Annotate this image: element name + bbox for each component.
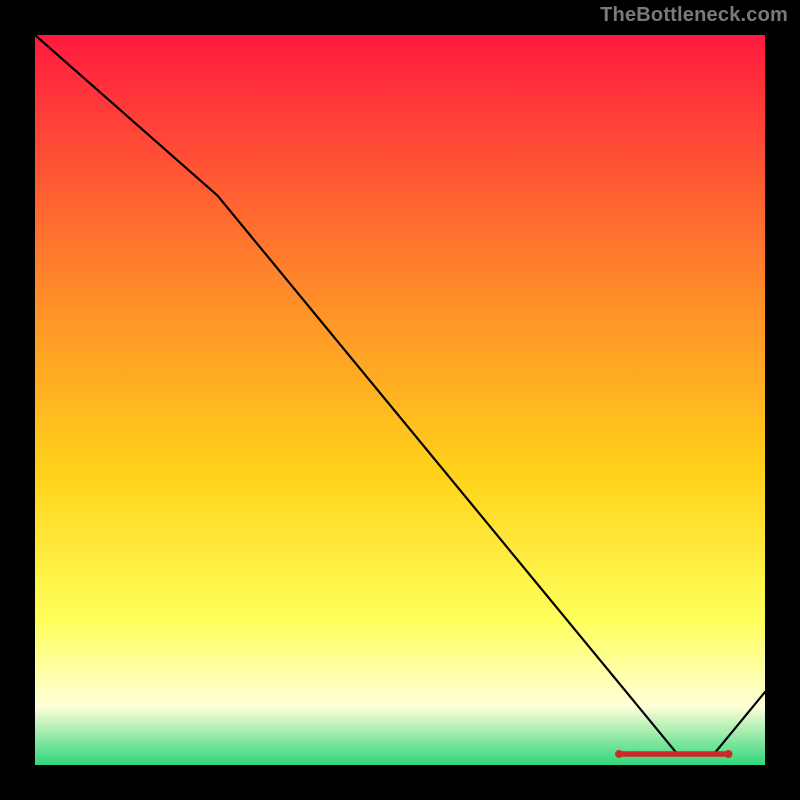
gradient-background (35, 35, 765, 765)
plot-area (35, 35, 765, 765)
optimum-marker-dot-right (725, 750, 733, 758)
attribution-text: TheBottleneck.com (600, 4, 788, 27)
chart-frame: TheBottleneck.com (0, 0, 800, 800)
chart-svg (35, 35, 765, 765)
optimum-marker-dot-left (615, 750, 623, 758)
